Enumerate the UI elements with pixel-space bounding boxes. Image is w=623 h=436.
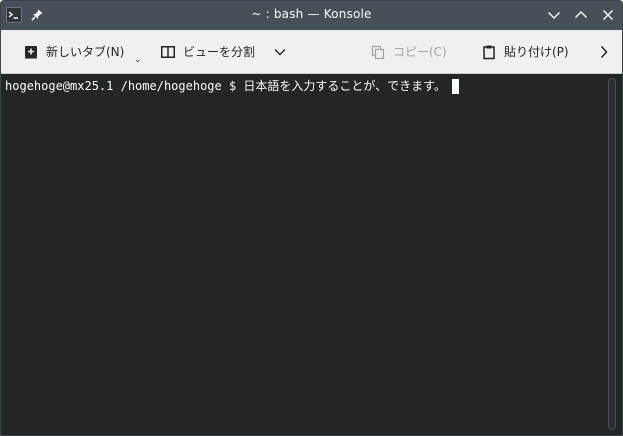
paste-label: 貼り付け(P) (504, 45, 569, 59)
chevron-up-icon (575, 11, 587, 18)
split-view-icon (160, 44, 176, 60)
new-tab-button[interactable]: 新しいタブ(N) (23, 30, 124, 73)
more-actions-button[interactable] (600, 30, 608, 73)
copy-icon (370, 44, 386, 60)
paste-icon (481, 44, 497, 60)
main-toolbar: 新しいタブ(N) ⌄ ビューを分割 コピー(C) 貼り付け(P) (1, 30, 622, 74)
new-tab-icon (23, 44, 39, 60)
split-view-label: ビューを分割 (183, 45, 256, 59)
copy-button[interactable]: コピー(C) (370, 30, 447, 73)
title-bar[interactable]: ~ : bash — Konsole (1, 1, 622, 30)
new-tab-label: 新しいタブ(N) (46, 45, 125, 59)
chevron-down-icon (548, 12, 560, 19)
shell-prompt: hogehoge@mx25.1 /home/hogehoge $ (5, 79, 244, 93)
copy-label: コピー(C) (393, 45, 447, 59)
chevron-right-icon (600, 45, 608, 58)
terminal-view[interactable]: hogehoge@mx25.1 /home/hogehoge $ 日本語を入力す… (1, 74, 622, 435)
split-view-dropdown-button[interactable] (274, 30, 286, 73)
maximize-button[interactable] (573, 7, 589, 23)
chevron-down-icon (274, 48, 286, 55)
typed-input: 日本語を入力することが、できます。 (243, 79, 446, 93)
minimize-button[interactable] (546, 7, 562, 23)
paste-button[interactable]: 貼り付け(P) (481, 30, 569, 73)
terminal-line: hogehoge@mx25.1 /home/hogehoge $ 日本語を入力す… (5, 78, 459, 94)
konsole-window: ~ : bash — Konsole 新しいタブ(N) ⌄ ビューを分割 コピー… (0, 0, 623, 436)
window-title: ~ : bash — Konsole (251, 7, 372, 21)
close-icon (603, 10, 613, 20)
window-controls (546, 7, 616, 23)
new-tab-dropdown-arrow-icon[interactable]: ⌄ (134, 56, 142, 65)
close-button[interactable] (600, 7, 616, 23)
text-cursor (451, 78, 459, 94)
split-view-button[interactable]: ビューを分割 (160, 30, 255, 73)
terminal-scrollbar[interactable] (608, 78, 616, 430)
